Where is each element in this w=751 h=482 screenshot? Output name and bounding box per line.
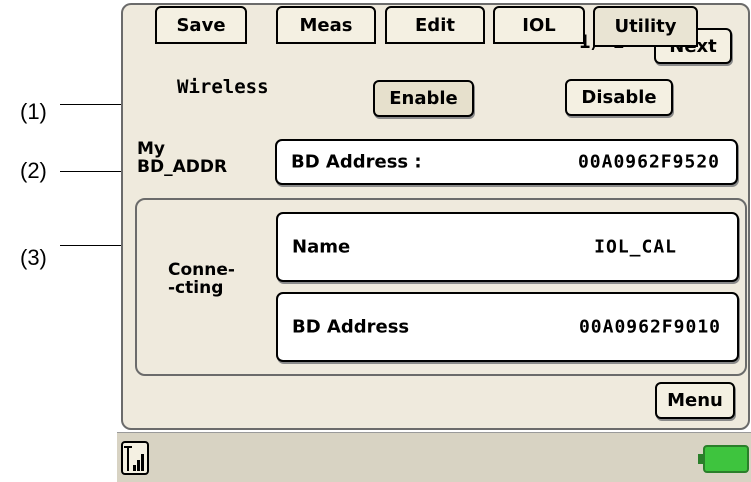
tab-bar <box>117 432 751 482</box>
connecting-label: Conne- -cting <box>168 261 235 298</box>
callout-3-label: (3) <box>20 245 47 270</box>
enable-button[interactable]: Enable <box>373 80 474 117</box>
connected-address-value: 00A0962F9010 <box>578 316 721 338</box>
signal-icon <box>121 441 149 475</box>
connecting-label-line2: -cting <box>168 277 224 298</box>
callout-1-label: (1) <box>20 99 47 124</box>
my-bd-address-label: BD Address : <box>291 151 422 173</box>
tab-iol[interactable]: IOL <box>493 6 585 44</box>
callout-2-label: (2) <box>20 158 47 183</box>
callout-1-line <box>60 104 123 105</box>
connected-address-field[interactable]: BD Address 00A0962F9010 <box>276 292 739 362</box>
tab-save[interactable]: Save <box>155 6 247 44</box>
connected-name-field[interactable]: Name IOL_CAL <box>276 212 739 282</box>
signal-icon-graphic <box>124 446 144 471</box>
connected-name-value: IOL_CAL <box>594 236 677 258</box>
wireless-label: Wireless <box>177 76 269 98</box>
my-bd-addr-label-line2: BD_ADDR <box>137 156 228 177</box>
connected-address-label: BD Address <box>292 316 410 338</box>
my-bd-address-value: 00A0962F9520 <box>577 151 720 173</box>
my-bd-address-field: BD Address : 00A0962F9520 <box>275 139 738 185</box>
battery-icon <box>698 445 749 473</box>
tab-utility[interactable]: Utility <box>593 6 698 47</box>
tab-meas[interactable]: Meas <box>276 6 376 44</box>
tab-edit[interactable]: Edit <box>385 6 485 44</box>
my-bd-addr-label: My BD_ADDR <box>137 140 228 177</box>
menu-button[interactable]: Menu <box>655 382 735 419</box>
disable-button[interactable]: Disable <box>565 79 673 116</box>
connected-name-label: Name <box>292 236 351 258</box>
